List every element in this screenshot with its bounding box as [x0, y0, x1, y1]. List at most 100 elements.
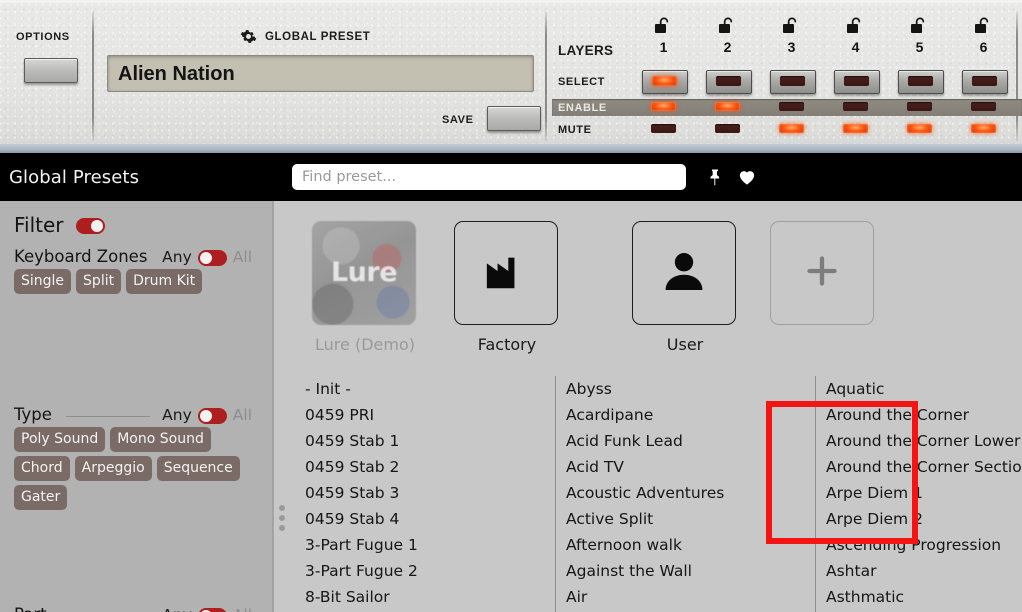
layer-number: 4: [851, 39, 860, 55]
options-button[interactable]: [24, 58, 78, 83]
filter-tag[interactable]: Chord: [14, 456, 70, 481]
search-input[interactable]: [292, 164, 686, 190]
preset-list-item[interactable]: Active Split: [566, 506, 724, 532]
filter-tag[interactable]: Single: [14, 269, 72, 294]
preset-list-item[interactable]: 8-Bit Sailor: [305, 584, 418, 610]
add-source-tile[interactable]: [770, 221, 876, 335]
panel-divider: [92, 11, 94, 141]
filter-enable-toggle[interactable]: [76, 218, 105, 234]
any-label[interactable]: Any: [162, 406, 192, 424]
unlocked-padlock-icon[interactable]: [911, 17, 929, 33]
mute-led[interactable]: [651, 124, 676, 133]
preset-list-item[interactable]: Ashtar: [826, 558, 1022, 584]
mute-led[interactable]: [715, 124, 740, 133]
gear-icon: [240, 28, 257, 45]
source-tile-factory[interactable]: Factory: [454, 221, 560, 354]
source-tile-box[interactable]: [454, 221, 558, 325]
enable-led[interactable]: [651, 102, 676, 111]
preset-list-item[interactable]: 0459 PRI: [305, 402, 418, 428]
source-tile-box[interactable]: [632, 221, 736, 325]
preset-list-item[interactable]: - Init -: [305, 376, 418, 402]
save-button[interactable]: [487, 106, 541, 131]
pin-icon[interactable]: [706, 167, 724, 187]
any-all-toggle[interactable]: [197, 407, 227, 424]
any-all-control: Any All: [162, 405, 252, 424]
enable-led[interactable]: [715, 102, 740, 111]
mute-led[interactable]: [907, 124, 932, 133]
source-tile-user[interactable]: User: [632, 221, 738, 354]
preset-list-item[interactable]: 3-Part Fugue 1: [305, 532, 418, 558]
filter-tag-row: Single Split Drum Kit: [14, 269, 264, 294]
filter-tag[interactable]: Sequence: [156, 456, 240, 481]
preset-list-item[interactable]: Afternoon walk: [566, 532, 724, 558]
layer-select-switch[interactable]: [834, 70, 880, 94]
preset-list-item[interactable]: 3-Part Fugue 2: [305, 558, 418, 584]
filter-tag[interactable]: Arpeggio: [74, 456, 152, 481]
mute-led[interactable]: [843, 124, 868, 133]
preset-list-item[interactable]: Around the Corner: [826, 402, 1022, 428]
preset-list-item[interactable]: Arpe Diem 2: [826, 506, 1022, 532]
preset-list-item[interactable]: Against the Wall: [566, 558, 724, 584]
preset-list-item[interactable]: Around the Corner Lower: [826, 428, 1022, 454]
hardware-top-panel: OPTIONS GLOBAL PRESET Alien Nation SAVE …: [0, 0, 1022, 153]
enable-led[interactable]: [843, 102, 868, 111]
filter-tag-row: Gater: [14, 485, 264, 510]
layer-select-switch[interactable]: [898, 70, 944, 94]
preset-column-1: - Init -0459 PRI 0459 Stab 1 0459 Stab 2 04…: [294, 376, 569, 612]
page-title: Global Presets: [9, 167, 140, 188]
filter-tag[interactable]: Split: [76, 269, 122, 294]
enable-led[interactable]: [907, 102, 932, 111]
all-label[interactable]: All: [233, 406, 252, 424]
all-label[interactable]: All: [233, 606, 252, 612]
global-preset-name-field[interactable]: Alien Nation: [107, 55, 534, 92]
preset-list-item[interactable]: Around the Corner Section: [826, 454, 1022, 480]
unlocked-padlock-icon[interactable]: [719, 17, 737, 33]
filter-sidebar: Filter Keyboard Zones Any All Single Split Dr…: [0, 201, 272, 612]
unlocked-padlock-icon[interactable]: [783, 17, 801, 33]
source-tile-box[interactable]: [770, 221, 874, 325]
source-tile-lure-demo[interactable]: Lure Lure (Demo): [312, 221, 418, 354]
preset-list-item[interactable]: Abyss: [566, 376, 724, 402]
any-label[interactable]: Any: [162, 248, 192, 266]
unlocked-padlock-icon[interactable]: [847, 17, 865, 33]
filter-tag[interactable]: Poly Sound: [14, 427, 106, 452]
any-all-toggle[interactable]: [197, 607, 227, 612]
preset-list-item[interactable]: Arpe Diem 1: [826, 480, 1022, 506]
all-label[interactable]: All: [233, 248, 252, 266]
preset-list-item[interactable]: Ascending Progression: [826, 532, 1022, 558]
preset-list-item[interactable]: Asthmatic: [826, 584, 1022, 610]
preset-list-item[interactable]: Acoustic Adventures: [566, 480, 724, 506]
source-tile-box[interactable]: Lure: [312, 221, 416, 325]
preset-list-item[interactable]: Aquatic: [826, 376, 1022, 402]
filter-group-label: Keyboard Zones: [14, 247, 148, 266]
column-resize-handle[interactable]: [279, 505, 287, 535]
preset-list-item[interactable]: 0459 Stab 1: [305, 428, 418, 454]
preset-list-item[interactable]: Acardipane: [566, 402, 724, 428]
filter-tag[interactable]: Mono Sound: [110, 427, 211, 452]
layer-column-4: 4: [828, 17, 883, 137]
unlocked-padlock-icon[interactable]: [655, 17, 673, 33]
any-label[interactable]: Any: [162, 606, 192, 612]
layer-select-switch[interactable]: [706, 70, 752, 94]
preset-list-item[interactable]: Air: [566, 584, 724, 610]
preset-list-item[interactable]: 0459 Stab 4: [305, 506, 418, 532]
preset-list-item[interactable]: Acid TV: [566, 454, 724, 480]
group-rule: [66, 416, 150, 417]
preset-list-item[interactable]: 0459 Stab 2: [305, 454, 418, 480]
mute-led[interactable]: [779, 124, 804, 133]
layer-select-switch[interactable]: [770, 70, 816, 94]
layer-select-switch[interactable]: [962, 70, 1008, 94]
preset-list-item[interactable]: Acid Funk Lead: [566, 428, 724, 454]
heart-icon[interactable]: [736, 167, 758, 187]
enable-led[interactable]: [779, 102, 804, 111]
layer-column-1: 1: [636, 17, 691, 137]
filter-tag[interactable]: Drum Kit: [126, 269, 203, 294]
filter-tag[interactable]: Gater: [14, 485, 68, 510]
layer-select-switch[interactable]: [642, 70, 688, 94]
any-all-toggle[interactable]: [197, 249, 227, 266]
mute-led[interactable]: [971, 124, 996, 133]
unlocked-padlock-icon[interactable]: [975, 17, 993, 33]
preset-list-item[interactable]: 0459 Stab 3: [305, 480, 418, 506]
select-led: [652, 76, 677, 86]
enable-led[interactable]: [971, 102, 996, 111]
